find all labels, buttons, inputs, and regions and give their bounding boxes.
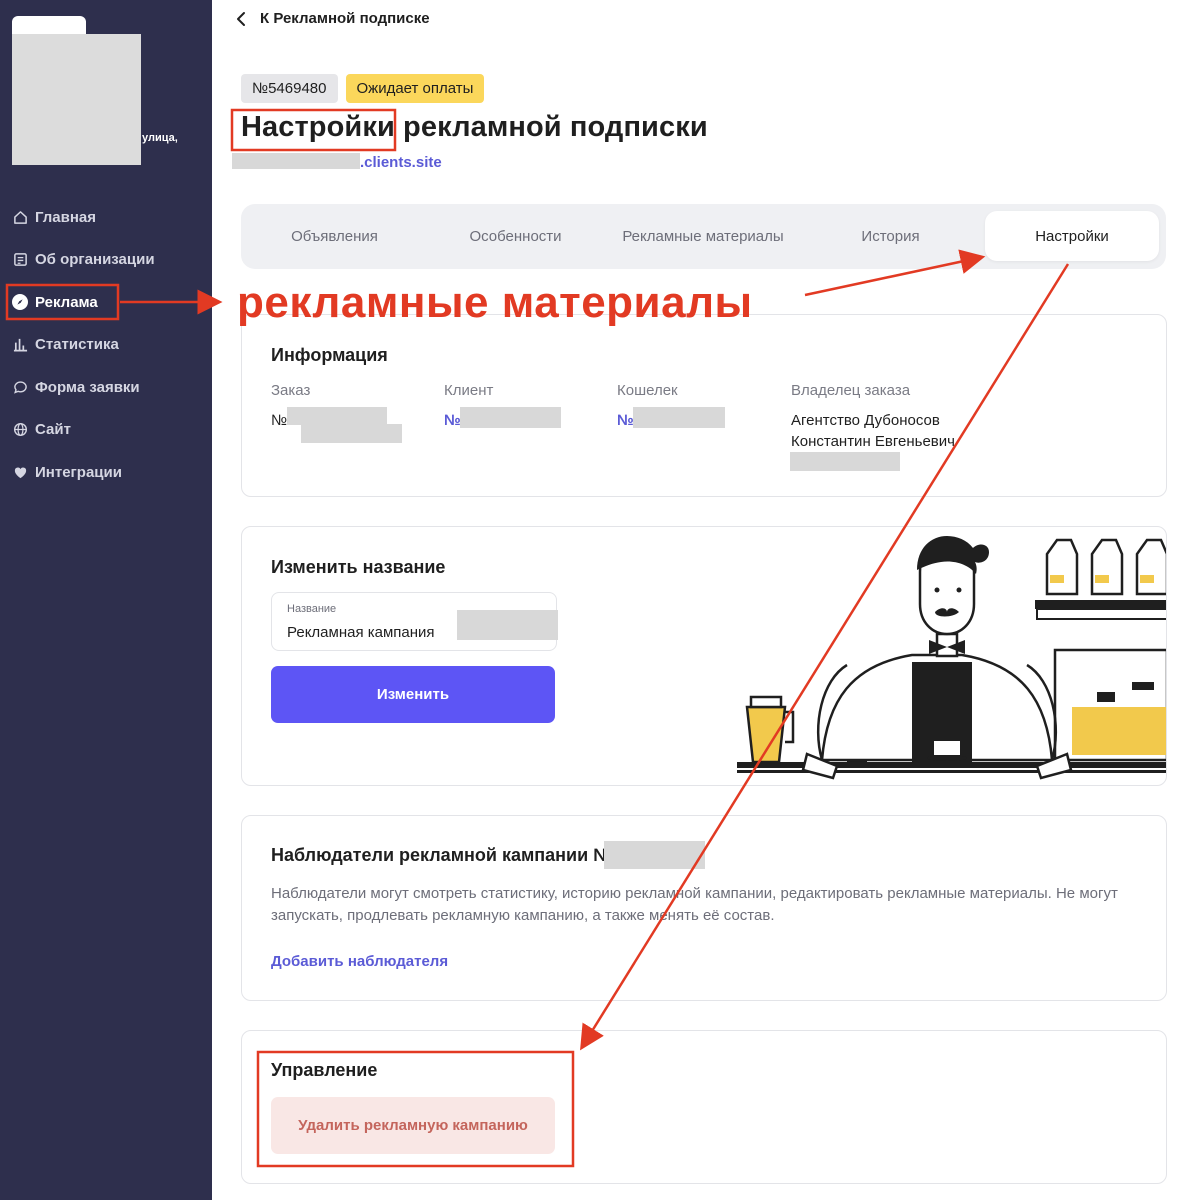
tab-history[interactable]: История [803,204,978,269]
sidebar-item-stats[interactable]: Статистика [12,333,119,355]
name-field-value: Рекламная кампания [287,624,435,641]
tab-bar: Объявления Особенности Рекламные материа… [241,204,1166,269]
bar-chart-icon [12,336,28,352]
org-photo-placeholder[interactable] [12,34,141,165]
back-link-label: К Рекламной подписке [260,10,430,27]
info-owner-label: Владелец заказа [791,382,911,399]
org-street-text: улица, [142,132,178,144]
speech-bubble-icon [12,379,28,395]
redaction-mask [633,407,725,428]
badge-row: №5469480 Ожидает оплаты [241,74,485,103]
sidebar-item-site[interactable]: Сайт [12,418,71,440]
heart-icon [12,464,28,480]
info-owner: Владелец заказа Агентство Дубоносов Конс… [791,382,955,452]
sidebar-item-label: Сайт [35,420,71,438]
barista-illustration [737,536,1166,780]
tab-ad-materials[interactable]: Рекламные материалы [603,204,803,269]
compass-icon [12,294,28,310]
name-field-label: Название [287,603,337,615]
add-observer-link[interactable]: Добавить наблюдателя [271,953,448,970]
status-badge: Ожидает оплаты [345,74,485,103]
annotation-caption: рекламные материалы [237,278,753,327]
management-card: Управление Удалить рекламную кампанию [241,1030,1167,1184]
redaction-mask [287,407,387,425]
sidebar-item-label: Главная [35,208,97,226]
site-link[interactable]: .clients.site [360,154,442,171]
sidebar-item-about[interactable]: Об организации [12,248,155,270]
sidebar-item-label: Статистика [35,335,119,353]
info-owner-name: Агентство Дубоносов Константин Евгеньеви… [791,410,955,452]
sidebar-item-ads[interactable]: Реклама [12,291,98,313]
tab-settings[interactable]: Настройки [985,211,1159,261]
info-wallet-label: Кошелек [617,382,678,399]
delete-campaign-button[interactable]: Удалить рекламную кампанию [271,1097,555,1154]
sidebar-item-label: Об организации [35,250,155,268]
home-icon [12,209,28,225]
sidebar-item-label: Форма заявки [35,378,140,396]
info-owner-line2: Константин Евгеньевич [791,433,955,450]
page-title: Настройки рекламной подписки [241,111,708,143]
tab-ads[interactable]: Объявления [241,204,428,269]
sidebar-item-label: Реклама [35,293,98,311]
redaction-mask [457,610,558,640]
rename-button[interactable]: Изменить [271,666,555,723]
management-title: Управление [271,1060,378,1080]
redaction-mask [604,841,705,869]
redaction-mask [790,452,900,471]
tab-features[interactable]: Особенности [428,204,603,269]
document-icon [12,251,28,267]
info-order-label: Заказ [271,382,311,399]
sidebar-item-label: Интеграции [35,463,122,481]
sidebar-item-integrations[interactable]: Интеграции [12,461,122,483]
observers-description: Наблюдатели могут смотреть статистику, и… [271,885,1118,924]
observers-card: Наблюдатели рекламной кампании № Наблюда… [241,815,1167,1001]
rename-title: Изменить название [271,557,446,577]
globe-icon [12,421,28,437]
observers-title: Наблюдатели рекламной кампании № [271,845,614,865]
site-domain-mask [232,153,360,169]
sidebar: улица, Главная Об организации Реклама Ст… [0,0,212,1200]
info-owner-line1: Агентство Дубоносов [791,412,940,429]
redaction-mask [460,407,561,428]
order-id-badge: №5469480 [241,74,338,103]
chevron-left-icon [237,11,245,26]
rename-card: Изменить название Название Рекламная кам… [241,526,1167,786]
info-card: Информация Заказ № Клиент № Кошелек № Вл… [241,314,1167,497]
info-client-label: Клиент [444,382,494,399]
back-link[interactable]: К Рекламной подписке [236,10,430,27]
sidebar-item-form[interactable]: Форма заявки [12,376,140,398]
sidebar-item-home[interactable]: Главная [12,206,96,228]
redaction-mask [301,424,402,443]
info-title: Информация [271,345,388,365]
